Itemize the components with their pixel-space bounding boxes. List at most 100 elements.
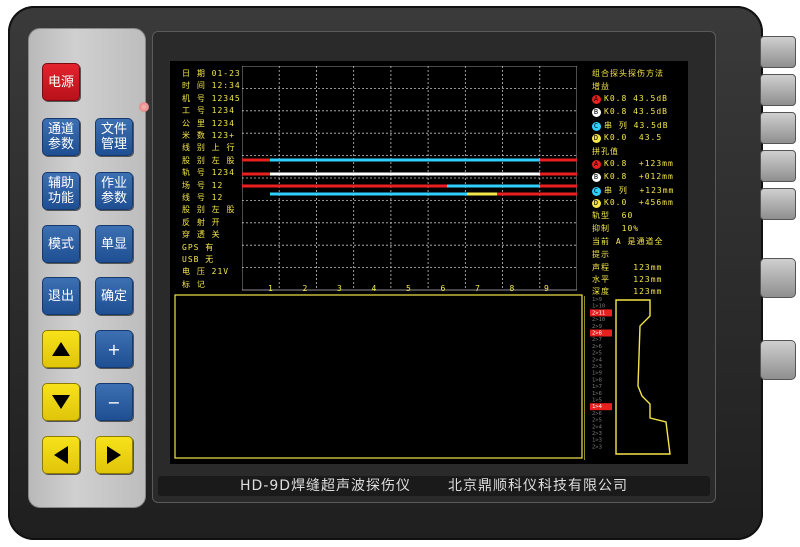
scan-grid [242, 66, 577, 291]
ruler-label: 2>3 [592, 364, 602, 370]
down-arrow-button[interactable] [42, 383, 80, 421]
minus-button[interactable]: − [95, 383, 133, 421]
exit-button[interactable]: 退出 [42, 277, 80, 315]
info-row: 公 里 1234 [182, 118, 235, 128]
ruler-label: 2>5 [592, 351, 602, 357]
hole-value: K0.0 +456mm [604, 198, 674, 207]
info-row: 股 别 左 股 [182, 155, 236, 165]
connector [760, 36, 796, 68]
gain-value: K0.8 43.5dB [604, 94, 668, 103]
single-display-button[interactable]: 单显 [95, 225, 133, 263]
ruler-label: 1>9 [592, 371, 602, 377]
connector [760, 258, 796, 298]
ruler-label: 1>5 [592, 398, 602, 404]
channel-params-button[interactable]: 通道 参数 [42, 118, 80, 156]
waveform-window [174, 294, 583, 459]
info-row: 场 号 12 [182, 180, 224, 190]
work-params-button[interactable]: 作业 参数 [95, 172, 133, 210]
confirm-button[interactable]: 确定 [95, 277, 133, 315]
channel-badge: D [592, 134, 601, 143]
x-tick-label: 1 [268, 284, 274, 293]
power-button[interactable]: 电源 [42, 63, 80, 101]
info-row: 时 间 12:34 [182, 81, 241, 91]
ruler-label: 1>4 [592, 404, 603, 410]
x-tick-label: 2 [302, 284, 309, 293]
x-tick-label: 8 [509, 284, 516, 293]
ruler-label: 2>11 [592, 310, 605, 316]
ruler-label: 2>4 [592, 424, 603, 430]
ruler-label: 2>5 [592, 418, 602, 424]
info-row: USB 无 [182, 255, 215, 264]
ruler-label: 2>6 [592, 344, 602, 350]
connector [760, 150, 796, 182]
hole-row: A K0.8 +123mm [592, 159, 674, 169]
gain-row: D K0.0 43.5 [592, 133, 662, 143]
ruler-label: 2>3 [592, 431, 602, 437]
connector [760, 74, 796, 106]
brand-bar: HD-9D焊缝超声波探伤仪 北京鼎顺科仪科技有限公司 [158, 476, 710, 496]
channel-badge: B [592, 108, 601, 117]
ruler-label: 2>6 [592, 411, 602, 417]
connector [760, 340, 796, 380]
hole-row: C串 列 +123mm [592, 185, 674, 196]
channel-badge: C [592, 122, 601, 131]
gain-row: A K0.8 43.5dB [592, 94, 668, 104]
mode-button[interactable]: 模式 [42, 225, 80, 263]
hole-value: 串 列 +123mm [604, 186, 675, 195]
info-row: 线 号 12 [182, 193, 224, 202]
info-row: 日 期 01-23 [182, 69, 241, 78]
rail-type: 轨型 60 [592, 211, 634, 220]
channel-badge: A [592, 95, 601, 104]
current-channel: 当前 A 是通道全 [592, 237, 664, 246]
gain-value: K0.8 43.5dB [604, 107, 668, 116]
model-name: HD-9D焊缝超声波探伤仪 [240, 478, 412, 494]
ruler-label: 2>7 [592, 337, 602, 343]
power-led [139, 102, 149, 112]
down-arrow-icon [52, 395, 70, 409]
ruler-label: 1>10 [592, 304, 605, 310]
info-row: 穿 透 关 [182, 230, 221, 240]
left-arrow-button[interactable] [42, 436, 80, 474]
ruler-label: 1>3 [592, 438, 602, 444]
info-row: 工 号 1234 [182, 106, 235, 116]
up-arrow-icon [52, 342, 70, 356]
horizontal-distance: 水平 123mm [592, 275, 663, 284]
ruler-label: 1>6 [592, 391, 602, 397]
hole-label: 拼孔值 [592, 147, 619, 156]
info-row: 电 压 21V [182, 267, 230, 277]
ruler-label: 2>8 [592, 331, 602, 337]
ruler-label: 2>3 [592, 444, 602, 450]
info-row: 反 射 开 [182, 217, 221, 227]
info-row: 轨 号 1234 [182, 168, 235, 178]
left-arrow-icon [54, 446, 68, 464]
x-tick-label: 9 [544, 284, 550, 293]
suppress-value: 抑制 10% [592, 224, 640, 233]
x-tick-label: 3 [337, 284, 343, 293]
gain-value: K0.0 43.5 [604, 133, 663, 142]
x-tick-label: 4 [371, 284, 378, 293]
plus-button[interactable]: + [95, 330, 133, 368]
ruler-label: 2>4 [592, 357, 603, 363]
info-row: 标 记 [182, 279, 206, 289]
sound-path: 声程 123mm [592, 263, 663, 272]
aux-function-button[interactable]: 辅助 功能 [42, 172, 80, 210]
hole-row: D K0.0 +456mm [592, 198, 674, 208]
hole-row: B K0.8 +012mm [592, 172, 674, 182]
gain-label: 增益 [592, 82, 610, 91]
connector [760, 112, 796, 144]
right-arrow-button[interactable] [95, 436, 133, 474]
file-manage-button[interactable]: 文件 管理 [95, 118, 133, 156]
ruler-label: 2>9 [592, 324, 602, 330]
company-name: 北京鼎顺科仪科技有限公司 [447, 478, 628, 494]
hole-value: K0.8 +123mm [604, 159, 674, 168]
hole-value: K0.8 +012mm [604, 172, 674, 181]
ruler-label: 1>7 [592, 384, 602, 390]
channel-badge: C [592, 187, 601, 196]
x-tick-label: 5 [406, 284, 412, 293]
up-arrow-button[interactable] [42, 330, 80, 368]
x-tick-label: 6 [440, 284, 447, 293]
connector [760, 188, 796, 220]
info-row: 线 别 上 行 [182, 143, 236, 153]
info-row: 米 数 123+ [182, 131, 235, 140]
rail-profile-outline [615, 299, 671, 455]
